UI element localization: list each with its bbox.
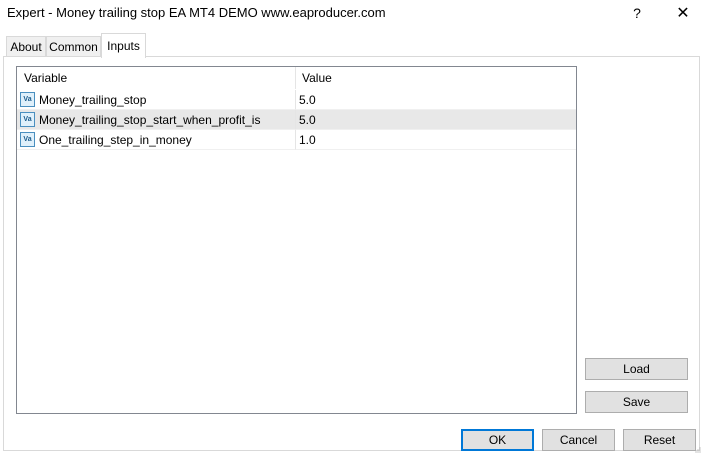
variable-icon: Va: [20, 92, 35, 107]
resize-grip-icon[interactable]: [695, 447, 701, 453]
grid-header: Variable Value: [17, 67, 576, 89]
table-row[interactable]: Va One_trailing_step_in_money 1.0: [17, 130, 576, 150]
cancel-button[interactable]: Cancel: [542, 429, 615, 451]
table-row[interactable]: Va Money_trailing_stop 5.0: [17, 90, 576, 110]
load-button[interactable]: Load: [585, 358, 688, 380]
variable-icon: Va: [20, 132, 35, 147]
value-cell[interactable]: 5.0: [296, 90, 576, 110]
variable-cell[interactable]: Va Money_trailing_stop: [17, 90, 296, 110]
table-row[interactable]: Va Money_trailing_stop_start_when_profit…: [17, 110, 576, 130]
column-header-value[interactable]: Value: [296, 67, 576, 89]
variable-name: Money_trailing_stop: [39, 93, 147, 107]
close-button[interactable]: ✕: [663, 0, 703, 26]
value-cell[interactable]: 5.0: [296, 110, 576, 130]
tab-about[interactable]: About: [6, 36, 46, 57]
resize-grip-glyph: [695, 447, 701, 453]
ok-button[interactable]: OK: [461, 429, 534, 451]
variable-cell[interactable]: Va One_trailing_step_in_money: [17, 130, 296, 150]
inputs-grid[interactable]: Variable Value Va Money_trailing_stop 5.…: [16, 66, 577, 414]
reset-button[interactable]: Reset: [623, 429, 696, 451]
tab-inputs[interactable]: Inputs: [101, 33, 146, 58]
tab-common[interactable]: Common: [46, 36, 101, 57]
variable-cell[interactable]: Va Money_trailing_stop_start_when_profit…: [17, 110, 296, 130]
variable-name: One_trailing_step_in_money: [39, 133, 192, 147]
value-cell[interactable]: 1.0: [296, 130, 576, 150]
save-button[interactable]: Save: [585, 391, 688, 413]
column-header-variable[interactable]: Variable: [17, 67, 296, 89]
title-bar: Expert - Money trailing stop EA MT4 DEMO…: [0, 0, 703, 26]
window-title: Expert - Money trailing stop EA MT4 DEMO…: [7, 5, 386, 20]
help-button[interactable]: ?: [617, 0, 657, 26]
variable-icon: Va: [20, 112, 35, 127]
variable-name: Money_trailing_stop_start_when_profit_is: [39, 113, 261, 127]
